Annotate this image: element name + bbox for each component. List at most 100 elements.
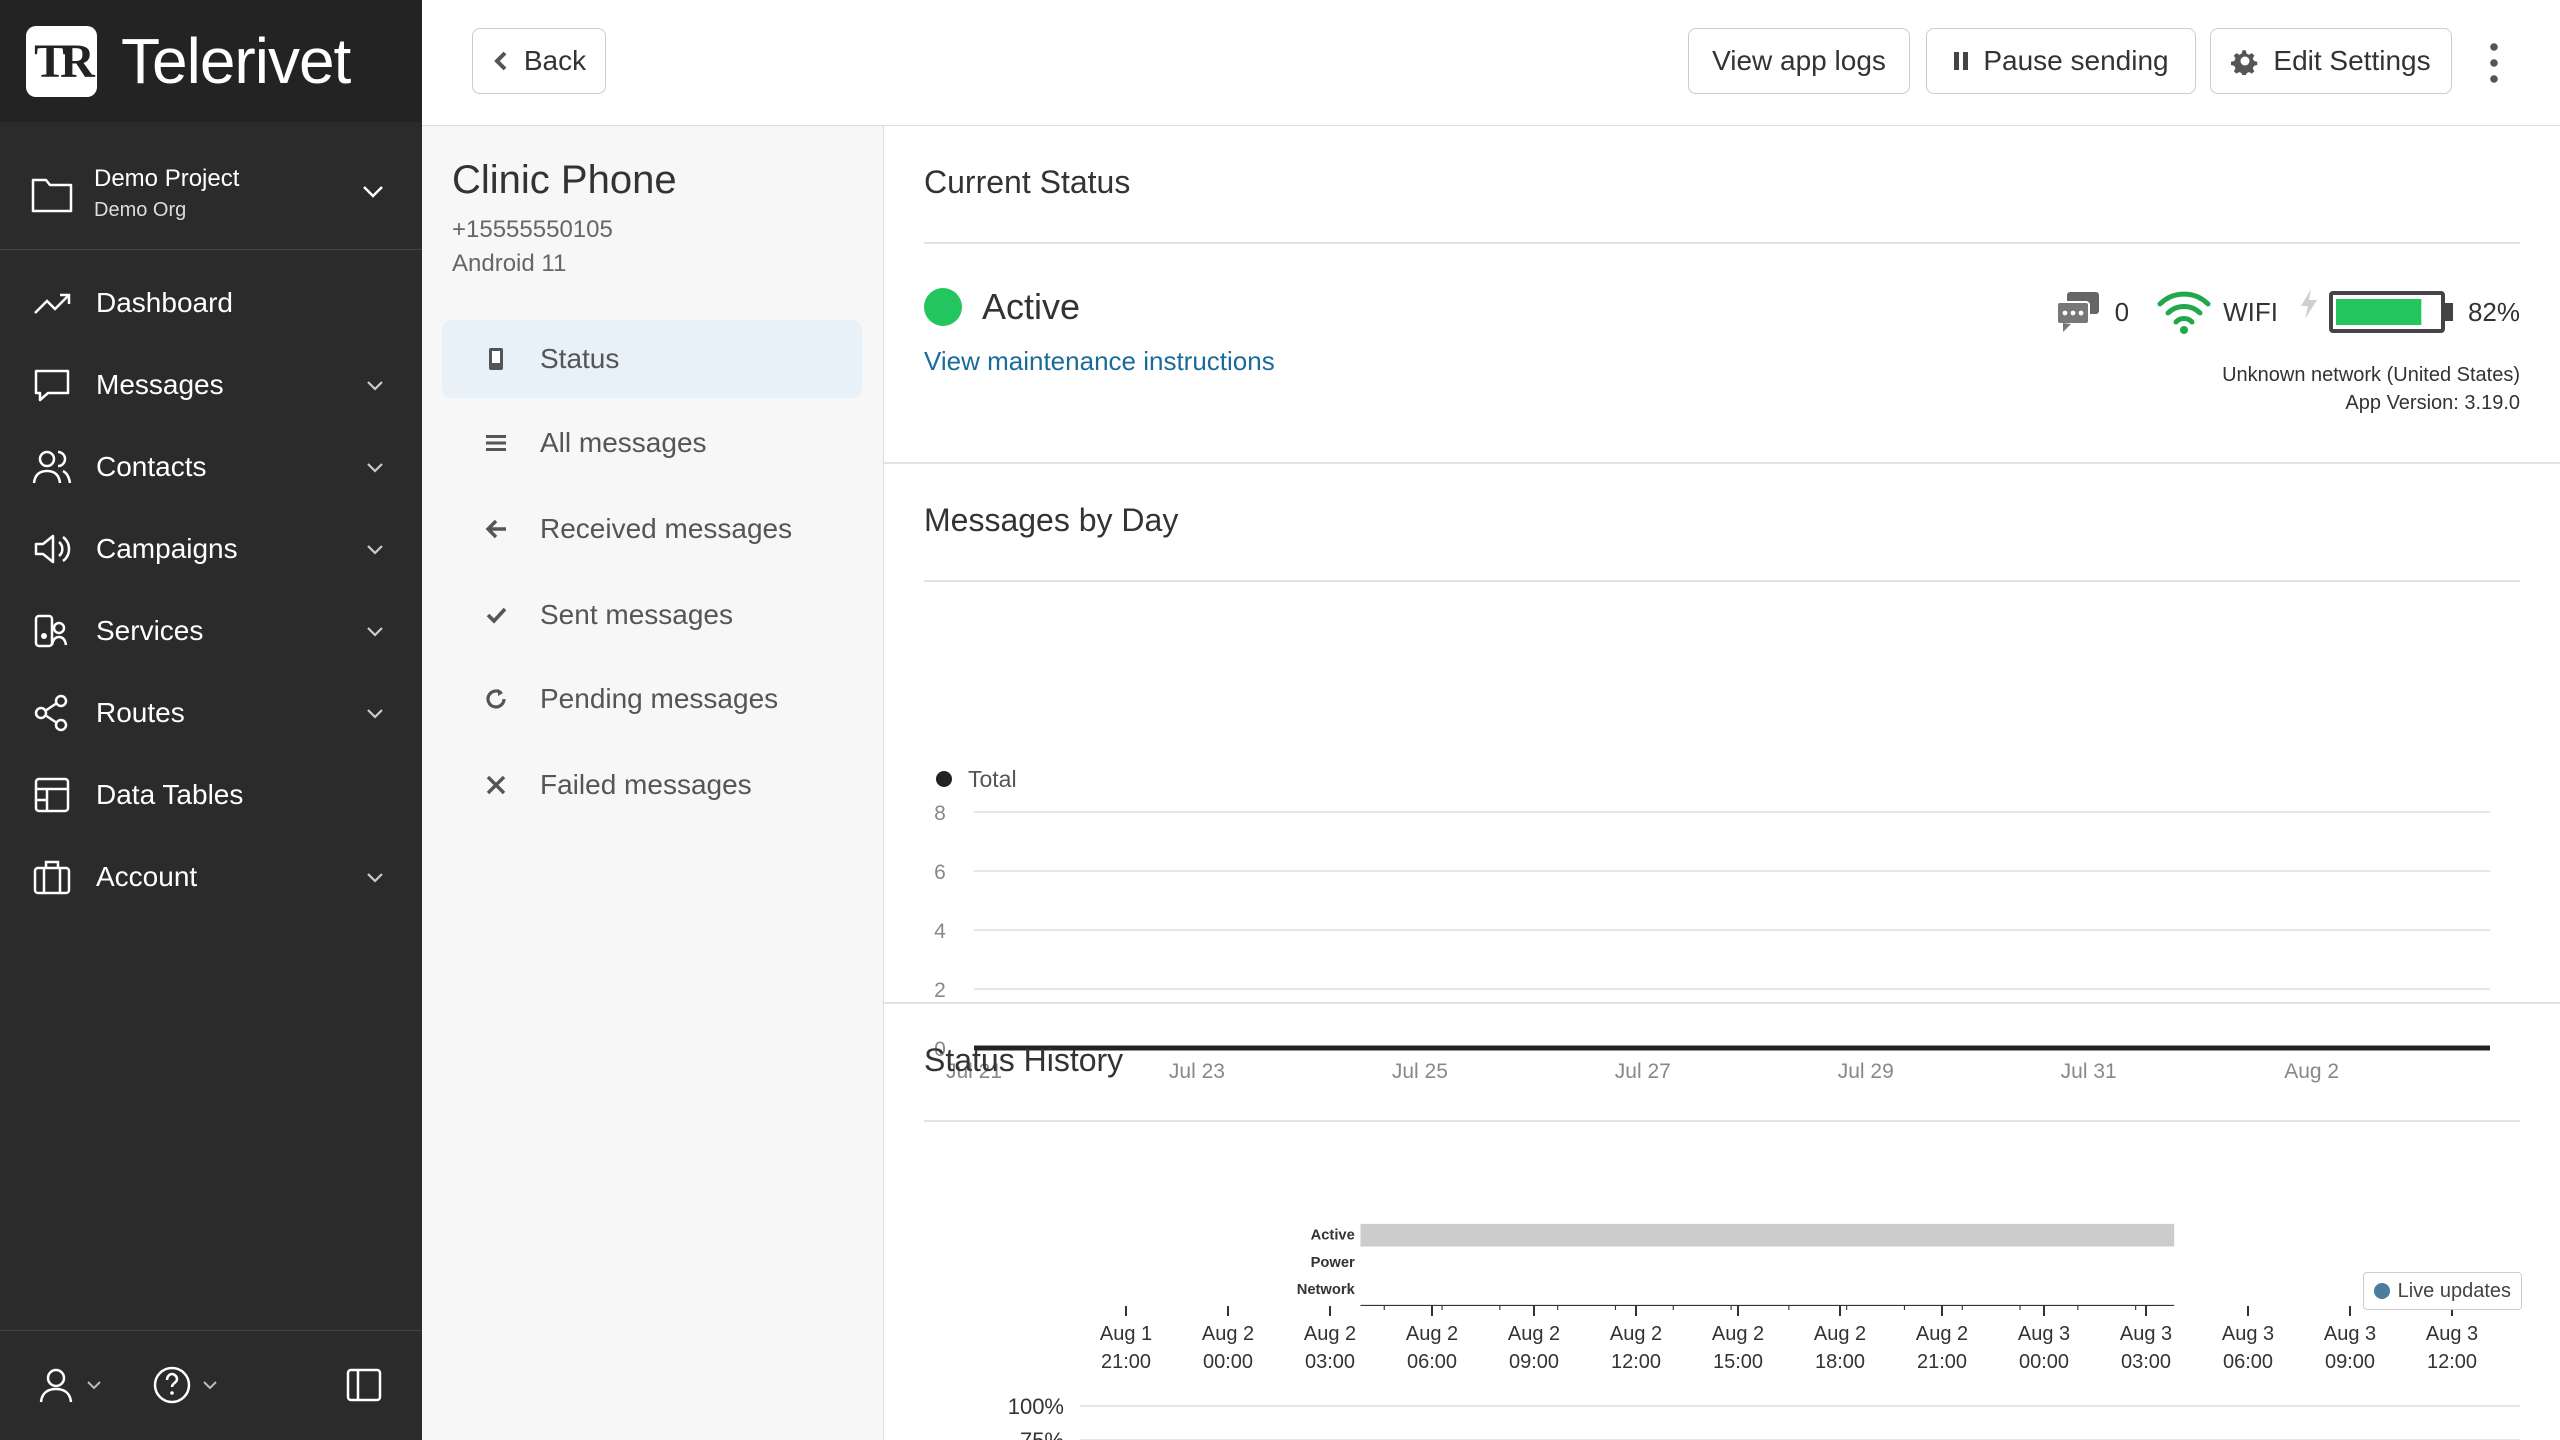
time-tick-hour: 12:00	[2427, 1351, 2477, 1373]
sidebar-item-label: Contacts	[96, 451, 207, 482]
subnav-item-label: All messages	[540, 427, 707, 458]
more-options-icon[interactable]	[2488, 41, 2500, 85]
device-subnav: Clinic Phone +15555550105 Android 11 Sta…	[422, 126, 884, 1440]
messages-chart-svg: Total02468Jul 21 Jul 23 Jul 25 Jul 27 Jul 29…	[934, 766, 2490, 1083]
connection-type: WIFI	[2223, 296, 2278, 327]
project-switcher[interactable]: Demo Project Demo Org	[0, 138, 422, 250]
battery-percent: 82%	[2467, 296, 2520, 327]
legend-label: Total	[968, 766, 1017, 792]
chevron-down-icon	[363, 186, 383, 198]
help-icon	[153, 1366, 191, 1404]
sidebar-item-routes[interactable]: Routes	[0, 672, 422, 754]
x-tick-label: Aug 2	[2284, 1060, 2339, 1083]
sidebar-item-label: Messages	[96, 369, 224, 400]
device-name: Clinic Phone	[452, 158, 677, 202]
list-icon	[478, 433, 514, 453]
device-phone: +15555550105	[452, 216, 613, 243]
megaphone-icon	[34, 534, 71, 564]
time-tick-date: Aug 2	[1712, 1323, 1764, 1345]
x-icon	[478, 774, 514, 796]
gear-icon	[2231, 50, 2258, 75]
time-tick-hour: 09:00	[2325, 1351, 2375, 1373]
user-icon	[39, 1368, 73, 1403]
sidebar-item-services[interactable]: Services	[0, 590, 422, 672]
device-stats: 0 WIFI 82%	[2055, 286, 2520, 338]
time-tick-date: Aug 2	[1610, 1323, 1662, 1345]
trending-up-icon	[34, 293, 71, 314]
services-icon	[34, 614, 68, 648]
check-icon	[478, 605, 514, 625]
sidebar-item-contacts[interactable]: Contacts	[0, 426, 422, 508]
refresh-icon	[478, 687, 514, 711]
sidebar-item-campaigns[interactable]: Campaigns	[0, 508, 422, 590]
time-tick-hour: 15:00	[1713, 1351, 1763, 1373]
status-text: Active	[982, 286, 1081, 327]
subnav-item-label: Pending messages	[540, 683, 779, 714]
org-name: Demo Org	[94, 199, 187, 221]
x-tick-label: Jul 31	[2061, 1060, 2117, 1083]
divider	[924, 242, 2520, 244]
back-button[interactable]: Back	[472, 28, 606, 94]
user-menu-button[interactable]	[36, 1365, 104, 1405]
sidebar-footer	[0, 1330, 422, 1440]
time-tick-hour: 21:00	[1917, 1351, 1967, 1373]
sidebar-item-label: Campaigns	[96, 533, 238, 564]
y-tick-label: 2	[934, 979, 946, 1002]
time-tick-hour: 06:00	[1407, 1351, 1457, 1373]
x-tick-label: Jul 29	[1838, 1060, 1894, 1083]
status-history-chart: Active Power Network	[1297, 1223, 2175, 1310]
subnav-item-label: Sent messages	[540, 599, 733, 630]
maintenance-link[interactable]: View maintenance instructions	[924, 346, 1275, 377]
sidebar-item-account[interactable]: Account	[0, 836, 422, 918]
sidebar-item-messages[interactable]: Messages	[0, 344, 422, 426]
divider	[924, 580, 2520, 582]
sidebar-toggle-icon[interactable]	[346, 1367, 382, 1403]
sidebar: TR Telerivet Demo Project Demo Org Dashb…	[0, 0, 422, 1440]
active-status-bar	[1360, 1223, 2175, 1247]
subnav-item-sent-messages[interactable]: Sent messages	[442, 576, 862, 654]
time-tick-hour: 00:00	[1203, 1351, 1253, 1373]
sidebar-item-data-tables[interactable]: Data Tables	[0, 754, 422, 836]
time-tick-hour: 09:00	[1509, 1351, 1559, 1373]
chevron-left-icon	[494, 51, 507, 71]
wifi-icon	[2157, 291, 2211, 334]
briefcase-icon	[33, 860, 71, 895]
live-updates-label: Live updates	[2397, 1279, 2511, 1302]
view-app-logs-button[interactable]: View app logs	[1688, 28, 1910, 94]
subnav-item-label: Failed messages	[540, 769, 752, 800]
y-tick-label: 100%	[1008, 1394, 1064, 1419]
subnav-item-failed-messages[interactable]: Failed messages	[442, 746, 862, 824]
time-tick-date: Aug 3	[2222, 1323, 2274, 1345]
pause-sending-button[interactable]: Pause sending	[1926, 28, 2196, 94]
x-tick-label: Jul 25	[1392, 1060, 1448, 1083]
time-tick-hour: 12:00	[1611, 1351, 1661, 1373]
share-icon	[34, 694, 68, 732]
edit-settings-button[interactable]: Edit Settings	[2210, 28, 2452, 94]
sidebar-item-label: Services	[96, 615, 204, 646]
current-status-title: Current Status	[924, 164, 1131, 200]
charging-icon	[2300, 289, 2317, 319]
logo[interactable]: TR Telerivet	[0, 0, 422, 122]
main-content: Current Status Active View maintenance i…	[884, 126, 2560, 1440]
time-tick-date: Aug 2	[1406, 1323, 1458, 1345]
time-tick-hour: 18:00	[1815, 1351, 1865, 1373]
pause-icon	[1954, 52, 1969, 70]
subnav-item-pending-messages[interactable]: Pending messages	[442, 660, 862, 738]
help-menu-button[interactable]	[152, 1365, 220, 1405]
time-tick-date: Aug 2	[1508, 1323, 1560, 1345]
y-tick-label: 75%	[1020, 1428, 1064, 1440]
history-row-label: Active	[1311, 1228, 1355, 1244]
section-separator	[884, 462, 2560, 464]
chevron-down-icon	[367, 873, 383, 883]
y-tick-label: 8	[934, 802, 946, 825]
subnav-item-all-messages[interactable]: All messages	[442, 404, 862, 482]
chat-bubbles-icon	[2055, 292, 2099, 332]
phone-icon	[478, 346, 514, 372]
live-updates-toggle[interactable]: Live updates	[2362, 1272, 2522, 1310]
subnav-item-label: Received messages	[540, 513, 793, 544]
x-tick-label: Jul 27	[1615, 1060, 1671, 1083]
history-row-label: Network	[1297, 1282, 1356, 1298]
subnav-item-received-messages[interactable]: Received messages	[442, 490, 862, 568]
subnav-item-status[interactable]: Status	[442, 320, 862, 398]
sidebar-item-dashboard[interactable]: Dashboard	[0, 262, 422, 344]
